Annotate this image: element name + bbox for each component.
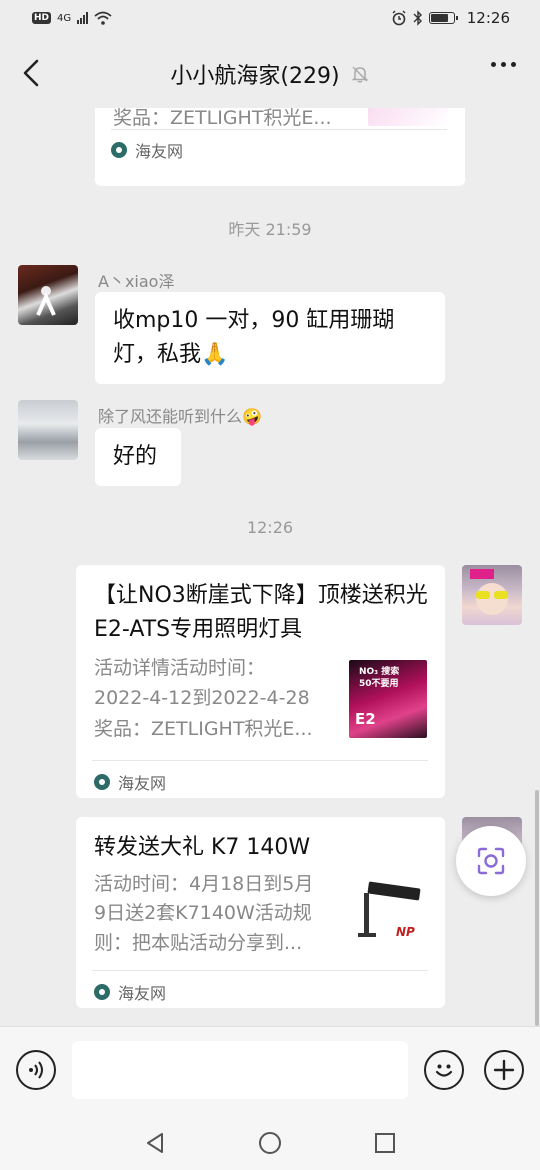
card-thumbnail: E2 [368,108,448,126]
bluetooth-icon [413,10,422,26]
card-desc-line: 活动时间：4月18日到5月 [94,873,314,895]
avatar[interactable] [18,265,78,325]
timestamp: 昨天 21:59 [228,220,312,239]
source-name: 海友网 [118,984,167,1003]
source-logo-icon [94,774,110,790]
chat-area[interactable]: 奖品：ZETLIGHT积光E... E2 海友网 昨天 21:59 A丶xiao… [0,108,540,1026]
more-functions-button[interactable] [484,1050,524,1090]
input-bar [0,1026,540,1114]
clock: 12:26 [466,9,510,27]
more-dot-icon [491,62,496,67]
hd-badge: HD [32,12,52,24]
thumb-text: NP [396,925,415,939]
card-desc-line: 则：把本贴活动分享到... [94,932,303,954]
square-recents-icon [375,1133,395,1153]
shared-link-card[interactable]: 【让NO3断崖式下降】顶楼送积光E2-ATS专用照明灯具 活动详情活动时间： 2… [76,565,445,798]
plus-icon [493,1059,515,1081]
more-dot-icon [501,62,506,67]
source-name: 海友网 [118,774,167,793]
shared-card-partial[interactable]: 奖品：ZETLIGHT积光E... E2 海友网 [95,108,465,186]
source-logo-icon [111,142,127,158]
back-button[interactable] [16,58,46,88]
more-dot-icon [511,62,516,67]
card-source: 海友网 [94,770,166,794]
card-desc-line: 奖品：ZETLIGHT积光E... [94,718,313,740]
scrollbar[interactable] [535,790,539,1026]
avatar-face [470,569,508,615]
circle-home-icon [259,1132,281,1154]
more-options-button[interactable] [491,62,516,67]
battery-fill [430,14,448,22]
triangle-back-icon [147,1133,163,1153]
network-type: 4G [57,12,72,24]
message-bubble[interactable]: 好的 [95,428,181,486]
card-thumbnail: NP [352,875,428,951]
battery-icon [428,12,458,24]
message-input[interactable] [72,1041,408,1099]
scan-icon [477,847,505,875]
avatar[interactable] [18,400,78,460]
card-title: 转发送大礼 K7 140W [94,835,311,860]
timestamp: 12:26 [246,518,294,537]
nav-recents-button[interactable] [370,1128,400,1158]
voice-button[interactable] [16,1050,56,1090]
shared-link-card[interactable]: 转发送大礼 K7 140W 活动时间：4月18日到5月 9日送2套K7140W活… [76,817,445,1008]
lamp-image [358,881,421,937]
card-desc-line: 活动详情活动时间： [94,657,266,679]
voice-icon [29,1061,43,1079]
card-source: 海友网 [94,980,166,1004]
status-right: 12:26 [391,9,510,27]
card-divider [92,970,428,971]
card-divider [92,760,428,761]
card-thumbnail: NO₃ 搜索 50不要用 E2 [349,660,427,738]
card-desc-line: 2022-4-12到2022-4-28 [94,687,310,709]
card-source: 海友网 [111,138,183,162]
source-logo-icon [94,984,110,1000]
sender-name: 除了风还能听到什么🤪 [98,407,262,426]
thumb-text: E2 [355,710,376,728]
floating-scan-button[interactable] [456,826,526,896]
card-desc-line: 9日送2套K7140W活动规 [94,902,312,924]
source-name: 海友网 [135,142,184,161]
mute-bell-icon [351,66,368,83]
chat-title: 小小航海家(229) [170,64,340,89]
title-wrap: 小小航海家(229) [170,58,369,90]
card-title: 【让NO3断崖式下降】顶楼送积光E2-ATS专用照明灯具 [94,583,428,642]
card-divider [111,129,447,130]
wifi-icon [94,11,112,25]
system-nav-bar [0,1114,540,1170]
sender-name: A丶xiao泽 [98,272,175,291]
signal-icon [77,12,89,24]
emoji-button[interactable] [424,1050,464,1090]
my-avatar[interactable] [462,565,522,625]
nav-back-button[interactable] [140,1128,170,1158]
thumb-text: 50不要用 [359,679,399,689]
avatar-figure [36,286,56,316]
nav-home-button[interactable] [255,1128,285,1158]
status-left: HD 4G [32,11,112,25]
status-bar: HD 4G 12:26 [0,0,540,36]
alarm-icon [392,10,406,26]
smiley-icon [435,1064,453,1077]
chevron-left-icon [23,59,39,87]
message-bubble[interactable]: 收mp10 一对，90 缸用珊瑚灯，私我🙏 [95,292,445,384]
title-bar: 小小航海家(229) [0,40,540,108]
